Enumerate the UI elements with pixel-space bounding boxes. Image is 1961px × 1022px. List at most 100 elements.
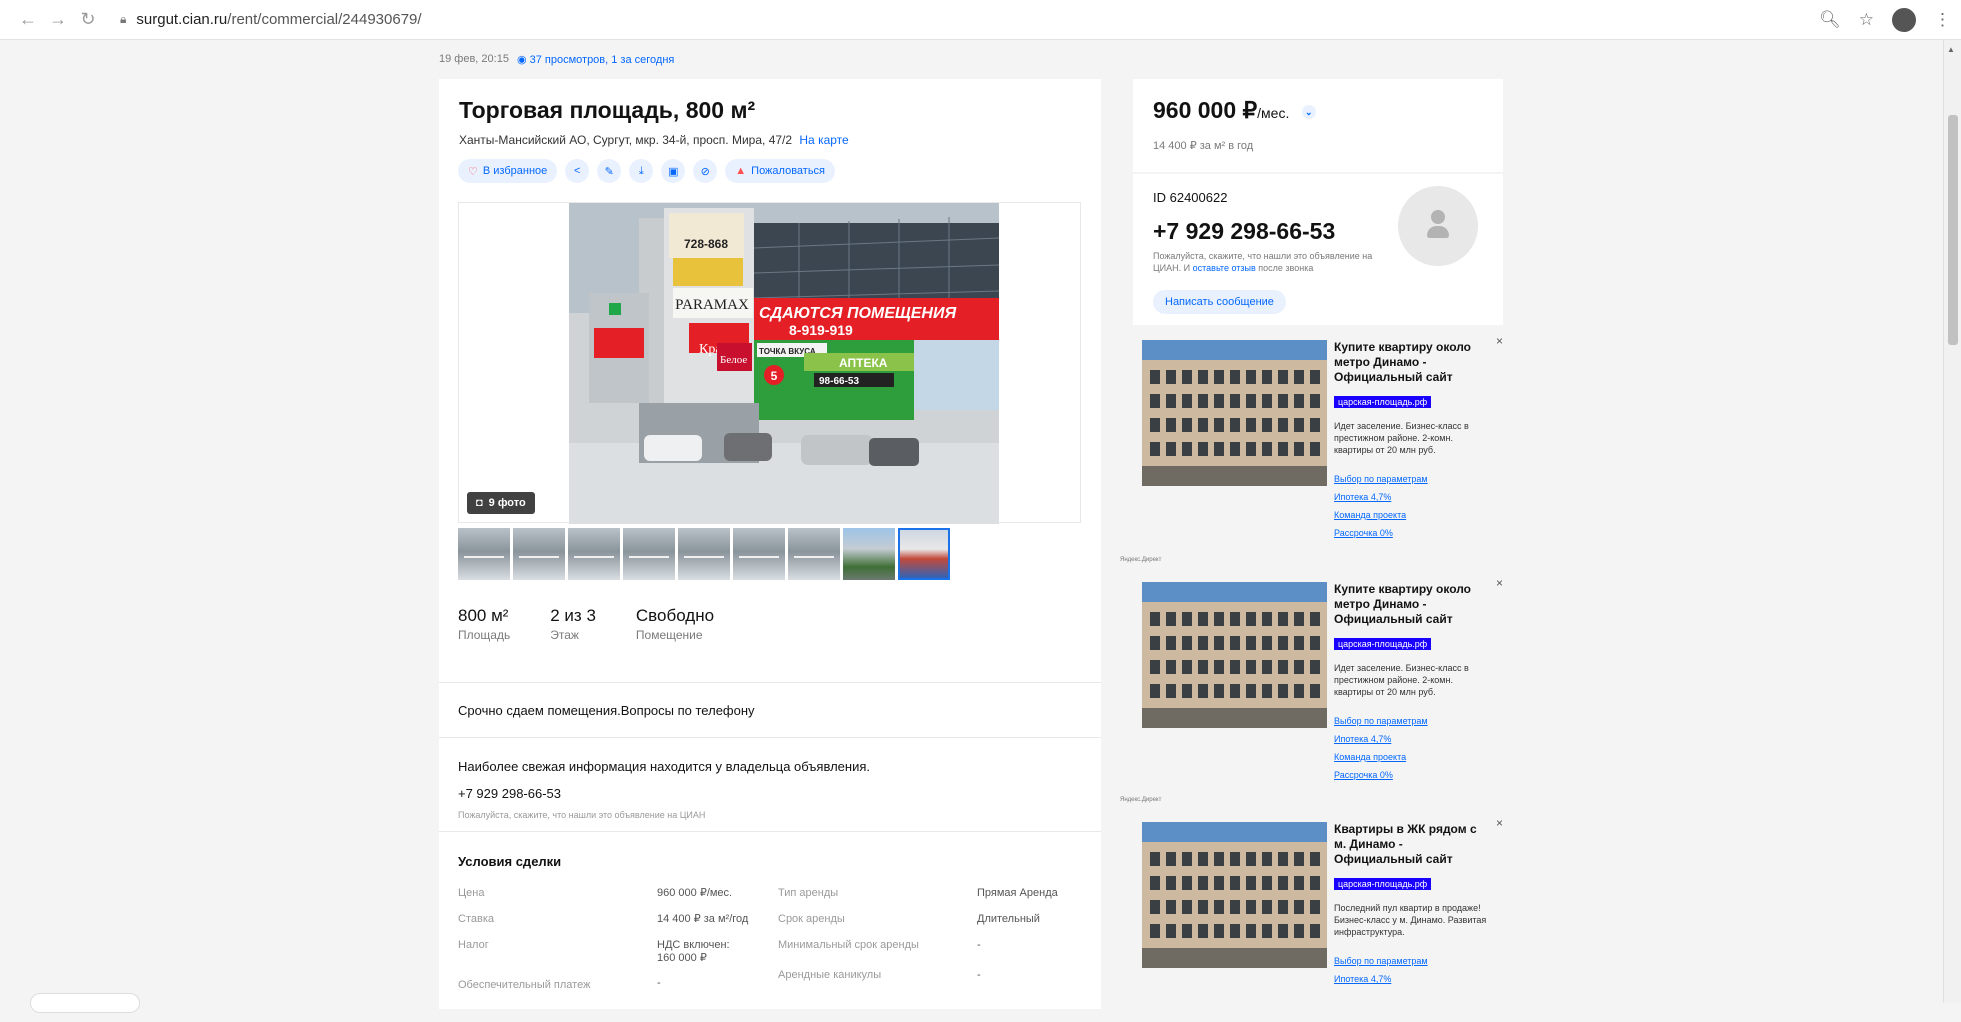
photo-gallery[interactable]: 728-868 PARAMAX Красное Белое СДАЮТСЯ ПО… bbox=[458, 202, 1081, 524]
ad-domain[interactable]: царская-площадь.рф bbox=[1334, 396, 1432, 408]
photo-sign-phone: 728-868 bbox=[684, 237, 728, 251]
main-photo[interactable]: 728-868 PARAMAX Красное Белое СДАЮТСЯ ПО… bbox=[569, 203, 999, 524]
hide-button[interactable]: ⊘ bbox=[693, 159, 718, 183]
ad-link[interactable]: Выбор по параметрам bbox=[1334, 952, 1428, 970]
fresh-info: Наиболее свежая информация находится у в… bbox=[458, 759, 870, 774]
ad-block[interactable]: × Купите квартиру около метро Динамо - О… bbox=[1138, 576, 1508, 784]
complain-button[interactable]: ▲ Пожаловаться bbox=[725, 159, 836, 183]
ad-title[interactable]: Купите квартиру около метро Динамо - Офи… bbox=[1334, 582, 1484, 627]
ad-links: Выбор по параметрам Ипотека 4,7% Команда… bbox=[1334, 712, 1428, 784]
listing-card: Торговая площадь, 800 м² Ханты-Мансийски… bbox=[439, 79, 1101, 1009]
divider bbox=[439, 831, 1101, 832]
ad-link[interactable]: Рассрочка 0% bbox=[1334, 766, 1428, 784]
thumbnail[interactable] bbox=[843, 528, 895, 580]
forward-icon[interactable]: → bbox=[46, 8, 70, 32]
chevron-down-icon[interactable]: ⌄ bbox=[1301, 104, 1316, 119]
ad-label: Яндекс.Директ bbox=[1120, 797, 1162, 803]
url-host: surgut.cian.ru bbox=[136, 11, 228, 28]
ad-link[interactable]: Ипотека 4,7% bbox=[1334, 730, 1428, 748]
photo-sign-beloe: Белое bbox=[720, 354, 747, 366]
message-button[interactable]: Написать сообщение bbox=[1153, 290, 1286, 314]
phone-note: Пожалуйста, скажите, что нашли это объяв… bbox=[458, 810, 706, 820]
close-icon[interactable]: × bbox=[1496, 334, 1503, 348]
listing-actions: ♡ В избранное < ✎ ⤓ ▣ ⊘ ▲ Пожаловаться bbox=[458, 159, 836, 183]
pencil-icon: ✎ bbox=[604, 165, 614, 178]
ad-link[interactable]: Команда проекта bbox=[1334, 748, 1428, 766]
ad-block[interactable]: × Купите квартиру около метро Динамо - О… bbox=[1138, 334, 1508, 542]
ad-title[interactable]: Купите квартиру около метро Динамо - Офи… bbox=[1334, 340, 1484, 385]
user-icon bbox=[1431, 210, 1445, 224]
thumbnail[interactable] bbox=[678, 528, 730, 580]
page-scrollbar[interactable]: ▲ bbox=[1943, 40, 1961, 1003]
thumbnail[interactable] bbox=[568, 528, 620, 580]
back-icon[interactable]: ← bbox=[16, 8, 40, 32]
ad-image[interactable] bbox=[1142, 822, 1327, 968]
menu-icon[interactable]: ⋮ bbox=[1934, 10, 1951, 30]
thumbnail[interactable] bbox=[458, 528, 510, 580]
thumbnail[interactable] bbox=[513, 528, 565, 580]
ad-title[interactable]: Квартиры в ЖК рядом с м. Динамо - Официа… bbox=[1334, 822, 1484, 867]
listing-address: Ханты-Мансийский АО, Сургут, мкр. 34-й, … bbox=[459, 133, 849, 147]
ad-image[interactable] bbox=[1142, 582, 1327, 728]
ad-link[interactable]: Ипотека 4,7% bbox=[1334, 970, 1428, 988]
divider bbox=[439, 682, 1101, 683]
photo-sign-apteka: АПТЕКА bbox=[839, 356, 888, 370]
ad-building-image bbox=[1142, 822, 1327, 968]
thumbnail[interactable] bbox=[623, 528, 675, 580]
ad-links: Выбор по параметрам Ипотека 4,7% Команда… bbox=[1334, 470, 1428, 542]
contact-phone[interactable]: +7 929 298-66-53 bbox=[1153, 218, 1335, 245]
ad-link[interactable]: Ипотека 4,7% bbox=[1334, 488, 1428, 506]
ad-domain[interactable]: царская-площадь.рф bbox=[1334, 638, 1432, 650]
ad-link[interactable]: Рассрочка 0% bbox=[1334, 524, 1428, 542]
table-row: Цена 960 000 ₽/мес. Тип аренды Прямая Ар… bbox=[458, 887, 1058, 899]
scroll-up-icon[interactable]: ▲ bbox=[1947, 45, 1955, 54]
photo-sign-paramax: PARAMAX bbox=[675, 297, 749, 313]
address-bar[interactable]: 🔒︎ surgut.cian.ru/rent/commercial/244930… bbox=[120, 11, 422, 28]
close-icon[interactable]: × bbox=[1496, 576, 1503, 590]
reload-icon[interactable]: ↻ bbox=[76, 8, 100, 32]
star-icon[interactable]: ☆ bbox=[1859, 10, 1874, 30]
ad-block[interactable]: × Квартиры в ЖК рядом с м. Динамо - Офиц… bbox=[1138, 816, 1508, 1022]
price: 960 000 ₽/мес. ⌄ bbox=[1153, 97, 1316, 124]
lock-icon: 🔒︎ bbox=[120, 12, 127, 26]
ad-link[interactable]: Выбор по параметрам bbox=[1334, 470, 1428, 488]
review-link[interactable]: оставьте отзыв bbox=[1193, 263, 1256, 273]
thumbnail[interactable] bbox=[733, 528, 785, 580]
fact-area: 800 м² Площадь bbox=[458, 606, 511, 642]
price-card: 960 000 ₽/мес. ⌄ 14 400 ₽ за м² в год bbox=[1133, 79, 1503, 172]
browser-toolbar: ← → ↻ 🔒︎ surgut.cian.ru/rent/commercial/… bbox=[0, 0, 1961, 40]
ad-image[interactable] bbox=[1142, 340, 1327, 486]
share-button[interactable]: < bbox=[565, 159, 590, 183]
download-icon: ⤓ bbox=[638, 164, 644, 177]
profile-icon[interactable] bbox=[1892, 8, 1916, 32]
owner-phone[interactable]: +7 929 298-66-53 bbox=[458, 786, 561, 801]
download-button[interactable]: ⤓ bbox=[629, 159, 654, 183]
divider bbox=[439, 737, 1101, 738]
views-link[interactable]: ◉ 37 просмотров, 1 за сегодня bbox=[517, 53, 674, 66]
floating-widget[interactable] bbox=[30, 993, 140, 1013]
ad-link[interactable]: Выбор по параметрам bbox=[1334, 712, 1428, 730]
edit-button[interactable]: ✎ bbox=[597, 159, 622, 183]
zoom-icon[interactable]: 🔍︎ bbox=[1819, 10, 1841, 30]
scrollbar-thumb[interactable] bbox=[1948, 115, 1958, 345]
contact-note: Пожалуйста, скажите, что нашли это объяв… bbox=[1153, 251, 1373, 273]
favorite-button[interactable]: ♡ В избранное bbox=[458, 159, 558, 183]
ad-label: Яндекс.Директ bbox=[1120, 557, 1162, 563]
listing-title: Торговая площадь, 800 м² bbox=[459, 97, 756, 123]
ad-domain[interactable]: царская-площадь.рф bbox=[1334, 878, 1432, 890]
map-link[interactable]: На карте bbox=[799, 133, 848, 147]
thumbnail[interactable] bbox=[788, 528, 840, 580]
print-button[interactable]: ▣ bbox=[661, 159, 686, 183]
photo-count-badge[interactable]: ◘ 9 фото bbox=[467, 492, 535, 514]
ad-links: Выбор по параметрам Ипотека 4,7% bbox=[1334, 952, 1428, 988]
thumbnail-selected[interactable] bbox=[898, 528, 950, 580]
conditions-table: Цена 960 000 ₽/мес. Тип аренды Прямая Ар… bbox=[458, 887, 1078, 995]
ad-text: Идет заселение. Бизнес-класс в престижно… bbox=[1334, 663, 1469, 697]
thumbnail-strip bbox=[458, 528, 950, 580]
key-facts: 800 м² Площадь 2 из 3 Этаж Свободно Поме… bbox=[458, 606, 754, 642]
share-icon: < bbox=[574, 165, 581, 177]
close-icon[interactable]: × bbox=[1496, 816, 1503, 830]
camera-icon: ◘ bbox=[476, 497, 483, 509]
ad-link[interactable]: Команда проекта bbox=[1334, 506, 1428, 524]
warning-icon: ▲ bbox=[735, 165, 747, 177]
